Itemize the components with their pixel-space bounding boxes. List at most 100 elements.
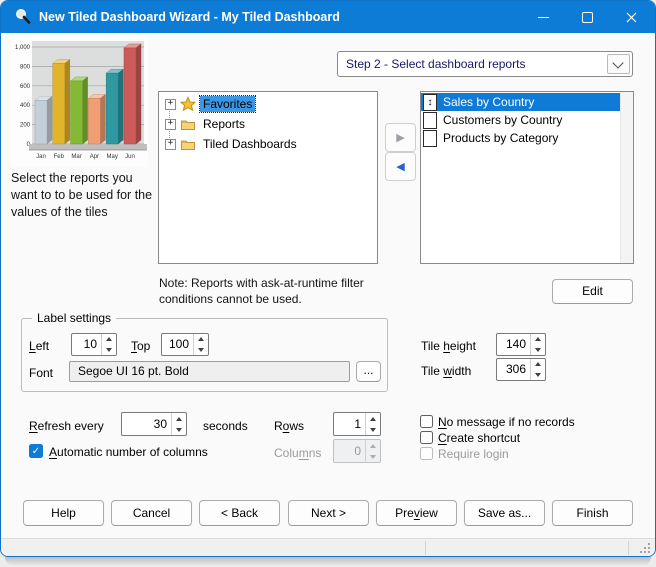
selected-reports-list: ↕ Sales by Country Customers by Country … — [420, 91, 634, 264]
columns-spinner: 0 — [333, 439, 381, 463]
list-item-sales-by-country[interactable]: ↕ Sales by Country — [421, 93, 620, 111]
item-handle-box[interactable] — [423, 130, 437, 147]
finish-button[interactable]: Finish — [552, 500, 633, 526]
step-selector-dropdown[interactable]: Step 2 - Select dashboard reports — [337, 51, 633, 77]
require-login-label: Require login — [438, 447, 509, 461]
spin-down-button[interactable] — [366, 424, 380, 435]
spin-down-button[interactable] — [102, 345, 116, 356]
rows-value[interactable]: 1 — [334, 413, 365, 435]
tile-width-value[interactable]: 306 — [497, 359, 530, 380]
titlebar[interactable]: New Tiled Dashboard Wizard - My Tiled Da… — [1, 1, 655, 33]
spin-up-button — [366, 440, 380, 451]
spin-up-button[interactable] — [531, 334, 545, 345]
triangle-down-icon — [535, 348, 541, 352]
refresh-every-label: Refresh every — [29, 419, 104, 433]
status-bar — [1, 538, 655, 557]
next-button[interactable]: Next > — [288, 500, 369, 526]
minimize-button[interactable] — [521, 1, 565, 33]
edit-button[interactable]: Edit — [552, 279, 633, 304]
left-spinner[interactable]: 10 — [71, 333, 117, 356]
triangle-up-icon — [176, 417, 182, 421]
tile-height-label: Tile height — [421, 339, 476, 353]
rows-spinner[interactable]: 1 — [333, 412, 381, 436]
refresh-spinner[interactable]: 30 — [121, 412, 187, 436]
list-item-label: Products by Category — [443, 129, 558, 147]
list-item-products-by-category[interactable]: Products by Category — [421, 129, 620, 147]
spin-up-button[interactable] — [194, 334, 208, 345]
status-separator — [628, 541, 629, 555]
triangle-down-icon — [370, 428, 376, 432]
save-as-button[interactable]: Save as... — [464, 500, 545, 526]
preview-chart-svg: 02004006008001,000JanFebMarAprMayJun — [11, 37, 148, 167]
move-right-button[interactable]: ▶ — [385, 123, 416, 152]
refresh-value[interactable]: 30 — [122, 413, 171, 435]
step-selector-value: Step 2 - Select dashboard reports — [346, 52, 525, 76]
list-scrollbar[interactable] — [620, 92, 633, 263]
tile-height-spinner[interactable]: 140 — [496, 333, 546, 356]
tree-item-reports[interactable]: + Reports — [159, 114, 377, 134]
resize-grip[interactable] — [639, 542, 651, 554]
top-spinner-value[interactable]: 100 — [162, 334, 193, 355]
reorder-updown-icon[interactable]: ↕ — [423, 94, 437, 111]
maximize-button[interactable] — [565, 1, 609, 33]
svg-text:May: May — [107, 154, 118, 160]
magnifier-icon — [14, 8, 32, 26]
arrow-right-icon: ▶ — [396, 131, 404, 144]
arrow-left-icon: ◀ — [396, 160, 404, 173]
spin-up-button[interactable] — [531, 359, 545, 370]
expand-icon[interactable]: + — [165, 99, 176, 110]
folder-icon — [180, 116, 196, 132]
spin-up-button[interactable] — [366, 413, 380, 424]
move-left-button[interactable]: ◀ — [385, 152, 416, 181]
tree-item-label: Tiled Dashboards — [200, 136, 300, 152]
tree-item-favorites[interactable]: + Favorites — [159, 94, 377, 114]
triangle-down-icon — [535, 373, 541, 377]
chevron-down-icon — [612, 57, 623, 68]
intro-text: Select the reports you want to to be use… — [11, 170, 159, 221]
automatic-columns-label[interactable]: Automatic number of columns — [49, 445, 208, 459]
top-spinner[interactable]: 100 — [161, 333, 209, 356]
spin-down-button — [366, 451, 380, 462]
triangle-up-icon — [106, 337, 112, 341]
tile-width-spinner[interactable]: 306 — [496, 358, 546, 381]
list-item-customers-by-country[interactable]: Customers by Country — [421, 111, 620, 129]
preview-button[interactable]: Preview — [376, 500, 457, 526]
create-shortcut-checkbox[interactable] — [420, 431, 433, 444]
spin-down-button[interactable] — [172, 424, 186, 435]
back-button[interactable]: < Back — [199, 500, 280, 526]
no-message-label[interactable]: No message if no records — [438, 415, 575, 429]
screen: New Tiled Dashboard Wizard - My Tiled Da… — [0, 0, 656, 567]
font-browse-button[interactable]: ... — [356, 361, 381, 382]
spin-down-button[interactable] — [531, 345, 545, 356]
expand-icon[interactable]: + — [165, 119, 176, 130]
tree-item-label: Favorites — [200, 96, 255, 112]
triangle-down-icon — [370, 455, 376, 459]
tree-item-label: Reports — [200, 116, 248, 132]
spin-down-button[interactable] — [194, 345, 208, 356]
create-shortcut-label[interactable]: Create shortcut — [438, 431, 520, 445]
note-text: Note: Reports with ask-at-runtime filter… — [159, 275, 377, 307]
spin-up-button[interactable] — [172, 413, 186, 424]
triangle-up-icon — [535, 337, 541, 341]
triangle-up-icon — [198, 337, 204, 341]
svg-text:1,000: 1,000 — [15, 45, 31, 51]
item-handle-box[interactable] — [423, 112, 437, 129]
close-button[interactable] — [609, 1, 653, 33]
reports-tree: + Favorites + Reports — [158, 91, 378, 264]
font-label: Font — [29, 366, 53, 380]
tile-height-value[interactable]: 140 — [497, 334, 530, 355]
automatic-columns-checkbox[interactable]: ✓ — [29, 444, 43, 458]
require-login-checkbox — [420, 447, 433, 460]
expand-icon[interactable]: + — [165, 139, 176, 150]
tree-item-tiled-dashboards[interactable]: + Tiled Dashboards — [159, 134, 377, 154]
spin-down-button[interactable] — [531, 370, 545, 381]
spin-up-button[interactable] — [102, 334, 116, 345]
cancel-button[interactable]: Cancel — [111, 500, 192, 526]
triangle-up-icon — [535, 362, 541, 366]
triangle-up-icon — [370, 444, 376, 448]
help-button[interactable]: Help — [23, 500, 104, 526]
minimize-icon — [538, 17, 549, 18]
no-message-checkbox[interactable] — [420, 415, 433, 428]
left-spinner-value[interactable]: 10 — [72, 334, 101, 355]
font-field[interactable]: Segoe UI 16 pt. Bold — [69, 361, 350, 382]
